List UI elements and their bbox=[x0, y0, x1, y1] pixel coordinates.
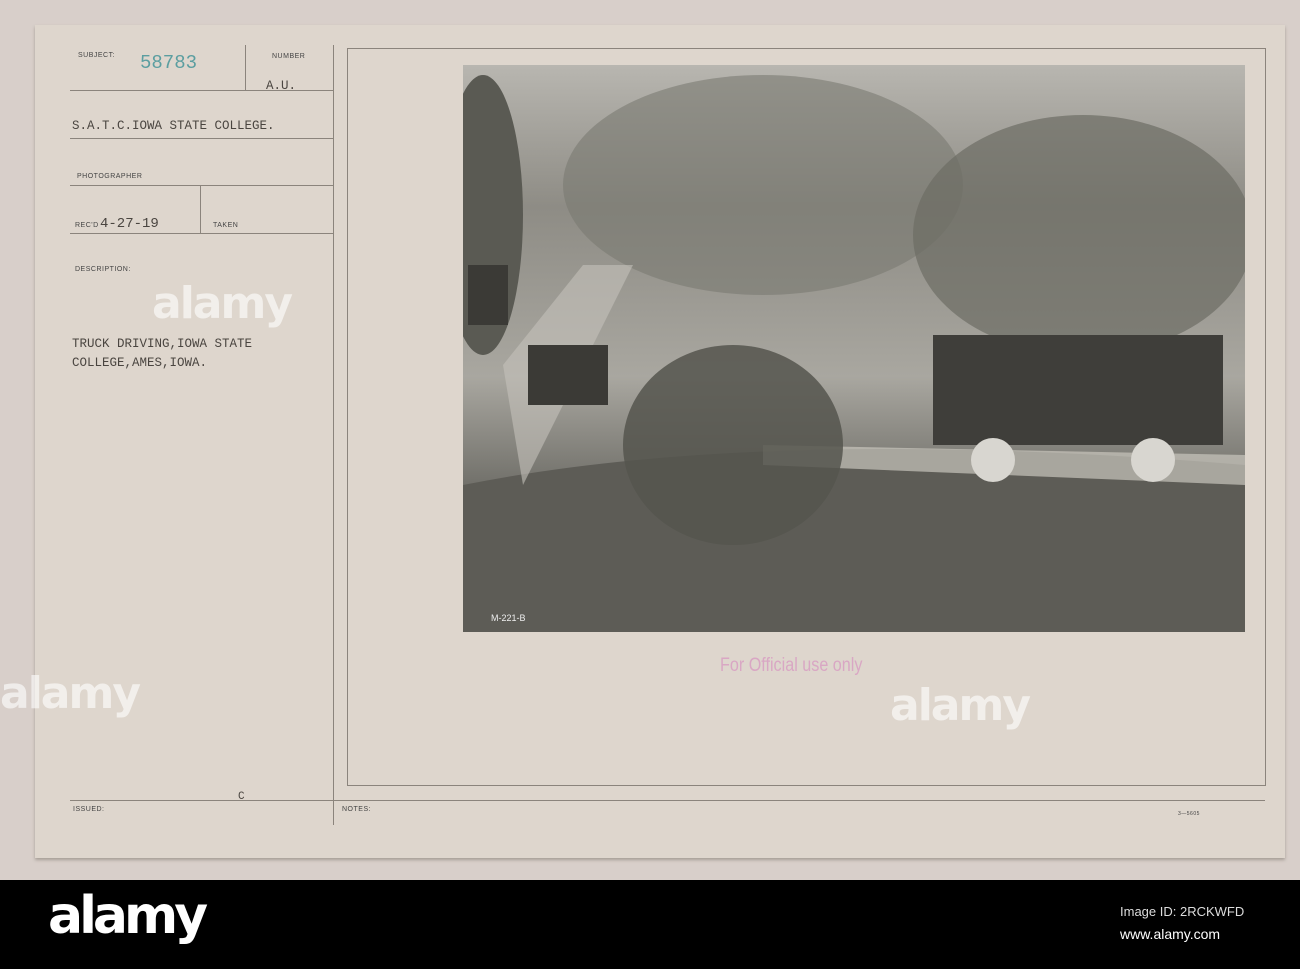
unit-text: S.A.T.C.IOWA STATE COLLEGE. bbox=[72, 119, 275, 133]
alamy-watermark: alamy bbox=[152, 278, 293, 329]
number-label: NUMBER bbox=[272, 53, 306, 60]
description-label: DESCRIPTION: bbox=[75, 266, 131, 273]
official-use-stamp: For Official use only bbox=[720, 655, 863, 676]
issued-label: ISSUED: bbox=[73, 806, 105, 813]
photograph: M-221-B bbox=[463, 65, 1245, 632]
subject-number: 58783 bbox=[140, 52, 198, 74]
watermark-footer: alamy Image ID: 2RCKWFD www.alamy.com bbox=[0, 880, 1300, 969]
alamy-logo: alamy bbox=[48, 886, 208, 946]
received-date: 4-27-19 bbox=[100, 216, 159, 232]
form-number: 3—5605 bbox=[1178, 811, 1200, 817]
alamy-watermark: alamy bbox=[0, 668, 141, 719]
issued-mark: C bbox=[238, 791, 245, 803]
photographer-label: PHOTOGRAPHER bbox=[77, 173, 143, 180]
image-id: Image ID: 2RCKWFD bbox=[1120, 904, 1245, 919]
photo-caption: M-221-B bbox=[491, 613, 526, 623]
description-line-2: COLLEGE,AMES,IOWA. bbox=[72, 356, 208, 370]
description-line-1: TRUCK DRIVING,IOWA STATE bbox=[72, 337, 253, 351]
subject-label: SUBJECT: bbox=[78, 52, 116, 59]
alamy-url[interactable]: www.alamy.com bbox=[1120, 926, 1220, 942]
notes-label: NOTES: bbox=[342, 806, 372, 813]
alamy-watermark: alamy bbox=[890, 680, 1031, 731]
truck-convoy-photo bbox=[463, 75, 1245, 632]
taken-label: TAKEN bbox=[213, 222, 239, 229]
received-label: REC'D bbox=[75, 222, 99, 229]
